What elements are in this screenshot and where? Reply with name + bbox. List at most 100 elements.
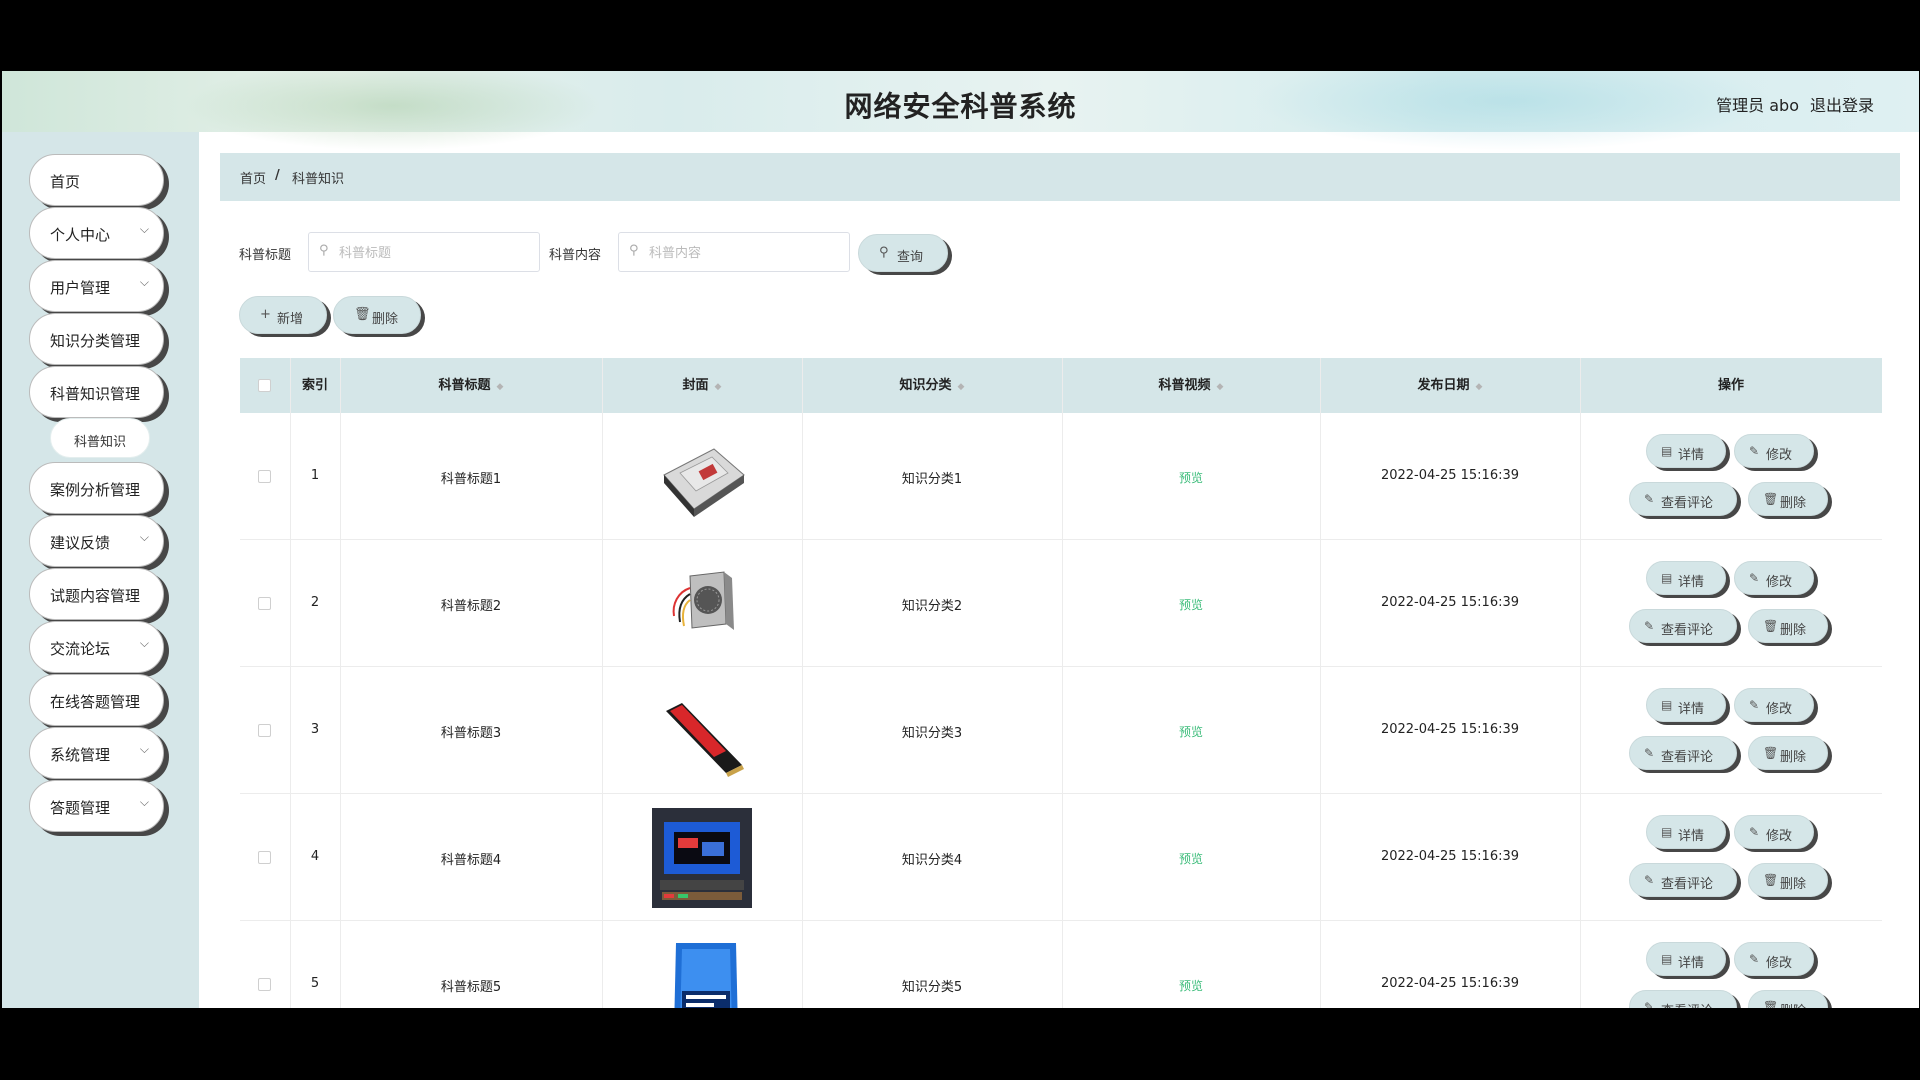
header-label: 操作 [1717, 378, 1744, 393]
detail-button[interactable]: ▤ 详情 [1646, 434, 1726, 468]
detail-button[interactable]: ▤ 详情 [1646, 688, 1726, 722]
sidebar-item-category-management[interactable]: 知识分类管理 [29, 313, 164, 365]
row-delete-button[interactable]: 🗑 删除 [1748, 609, 1828, 643]
row-checkbox[interactable] [258, 470, 271, 483]
sidebar-item-question-management[interactable]: 试题内容管理 [29, 568, 164, 620]
detail-button[interactable]: ▤ 详情 [1646, 561, 1726, 595]
sort-icon[interactable]: ◆ [1476, 382, 1483, 392]
detail-button[interactable]: ▤ 详情 [1646, 815, 1726, 849]
sidebar-item-case-analysis[interactable]: 案例分析管理 [29, 462, 164, 514]
sort-icon[interactable]: ◆ [1217, 382, 1224, 392]
query-button[interactable]: ⚲ 查询 [858, 234, 948, 272]
pencil-icon: ✎ [1749, 444, 1760, 458]
sidebar-item-label: 建议反馈 [50, 534, 111, 552]
sort-icon[interactable]: ◆ [958, 382, 965, 392]
view-comments-button[interactable]: ✎ 查看评论 [1629, 736, 1737, 770]
row-date: 2022-04-25 15:16:39 [1380, 849, 1520, 864]
sidebar-item-online-quiz[interactable]: 在线答题管理 [29, 674, 164, 726]
row-title: 科普标题3 [440, 726, 502, 741]
edit-button[interactable]: ✎ 修改 [1734, 688, 1814, 722]
header-date[interactable]: 发布日期 ◆ [1320, 358, 1580, 413]
view-comments-label: 查看评论 [1661, 496, 1714, 511]
edit-button[interactable]: ✎ 修改 [1734, 561, 1814, 595]
cpu-box-icon[interactable] [652, 935, 752, 1008]
row-delete-button[interactable]: 🗑 删除 [1748, 863, 1828, 897]
header-category[interactable]: 知识分类 ◆ [802, 358, 1062, 413]
video-preview-link[interactable]: 预览 [1062, 469, 1320, 486]
sort-icon[interactable]: ◆ [497, 382, 504, 392]
row-checkbox[interactable] [258, 851, 271, 864]
video-preview-link[interactable]: 预览 [1062, 977, 1320, 994]
sidebar-item-feedback[interactable]: 建议反馈 ⌵ [29, 515, 164, 567]
header-title[interactable]: 科普标题 ◆ [340, 358, 602, 413]
sort-icon[interactable]: ◆ [715, 382, 722, 392]
sidebar-item-knowledge-management[interactable]: 科普知识管理 [29, 366, 164, 418]
ram-stick-icon[interactable] [652, 681, 752, 781]
select-all-checkbox[interactable] [258, 379, 271, 392]
table-row: 1 科普标题1 知识分类1 预览 2022-04-25 15:16:39 ▤ 详… [240, 413, 1882, 540]
sidebar-item-user-management[interactable]: 用户管理 ⌵ [29, 260, 164, 312]
header-video[interactable]: 科普视频 ◆ [1062, 358, 1320, 413]
sidebar-subitem-knowledge[interactable]: 科普知识 [50, 418, 150, 458]
pencil-icon: ✎ [1644, 619, 1655, 633]
header-cover[interactable]: 封面 ◆ [602, 358, 802, 413]
edit-button-label: 修改 [1766, 575, 1793, 590]
sidebar-item-label: 科普知识 [73, 435, 126, 450]
sidebar: 首页 个人中心 ⌵ 用户管理 ⌵ 知识分类管理 科普知识管理 科普知识 案例分析… [2, 132, 199, 1008]
title-search-input[interactable] [337, 242, 531, 264]
sidebar-item-answer-management[interactable]: 答题管理 ⌵ [29, 780, 164, 832]
view-comments-button[interactable]: ✎ 查看评论 [1629, 990, 1737, 1008]
video-preview-link[interactable]: 预览 [1062, 850, 1320, 867]
row-checkbox[interactable] [258, 978, 271, 991]
row-category: 知识分类3 [901, 726, 963, 741]
document-icon: ▤ [1661, 952, 1673, 966]
sidebar-item-forum[interactable]: 交流论坛 ⌵ [29, 621, 164, 673]
detail-button[interactable]: ▤ 详情 [1646, 942, 1726, 976]
view-comments-button[interactable]: ✎ 查看评论 [1629, 609, 1737, 643]
content-search-field[interactable]: ⚲ [618, 232, 850, 272]
sidebar-item-personal-center[interactable]: 个人中心 ⌵ [29, 207, 164, 259]
detail-button-label: 详情 [1678, 702, 1705, 717]
content-search-input[interactable] [647, 242, 841, 264]
detail-button-label: 详情 [1678, 956, 1705, 971]
edit-button[interactable]: ✎ 修改 [1734, 434, 1814, 468]
breadcrumb-home[interactable]: 首页 [240, 168, 266, 187]
title-search-field[interactable]: ⚲ [308, 232, 540, 272]
view-comments-label: 查看评论 [1661, 750, 1714, 765]
monitor-icon[interactable] [652, 808, 752, 908]
row-index: 2 [310, 595, 320, 610]
edit-button[interactable]: ✎ 修改 [1734, 942, 1814, 976]
row-checkbox[interactable] [258, 597, 271, 610]
video-preview-link[interactable]: 预览 [1062, 596, 1320, 613]
video-preview-link[interactable]: 预览 [1062, 723, 1320, 740]
view-comments-button[interactable]: ✎ 查看评论 [1629, 482, 1737, 516]
table-row: 3 科普标题3 知识分类3 预览 2022-04-25 15:16:39 ▤ 详… [240, 667, 1882, 794]
row-index: 1 [310, 468, 320, 483]
current-user: 管理员 abo [1716, 96, 1799, 115]
sidebar-item-label: 知识分类管理 [50, 332, 141, 350]
sidebar-item-label: 系统管理 [50, 746, 111, 764]
chevron-down-icon: ⌵ [139, 742, 149, 756]
row-delete-button[interactable]: 🗑 删除 [1748, 482, 1828, 516]
view-comments-label: 查看评论 [1661, 1000, 1713, 1008]
delete-button[interactable]: 🗑 删除 [333, 296, 421, 334]
logout-link[interactable]: 退出登录 [1810, 92, 1874, 116]
header-label: 科普标题 [438, 378, 491, 393]
row-delete-button[interactable]: 🗑 删除 [1748, 990, 1828, 1008]
edit-button[interactable]: ✎ 修改 [1734, 815, 1814, 849]
add-button[interactable]: + 新增 [239, 296, 327, 334]
view-comments-button[interactable]: ✎ 查看评论 [1629, 863, 1737, 897]
sidebar-item-system-management[interactable]: 系统管理 ⌵ [29, 727, 164, 779]
row-delete-button[interactable]: 🗑 删除 [1748, 736, 1828, 770]
breadcrumb-separator: / [275, 168, 280, 183]
mouse-cursor-icon [1332, 799, 1346, 815]
table-header: 索引 科普标题 ◆ 封面 ◆ 知识分类 ◆ 科普视频 ◆ 发布日期 ◆ 操作 [240, 358, 1882, 413]
hard-drive-icon[interactable] [652, 427, 752, 527]
row-checkbox[interactable] [258, 724, 271, 737]
power-supply-icon[interactable] [652, 554, 752, 654]
content-search-label: 科普内容 [549, 248, 602, 263]
table-row: 5 科普标题5 知识分类5 预览 2022-04-25 15:16:39 ▤ 详… [240, 921, 1882, 1008]
sidebar-item-label: 首页 [50, 173, 81, 191]
row-index: 3 [310, 722, 320, 737]
sidebar-item-home[interactable]: 首页 [29, 154, 164, 206]
